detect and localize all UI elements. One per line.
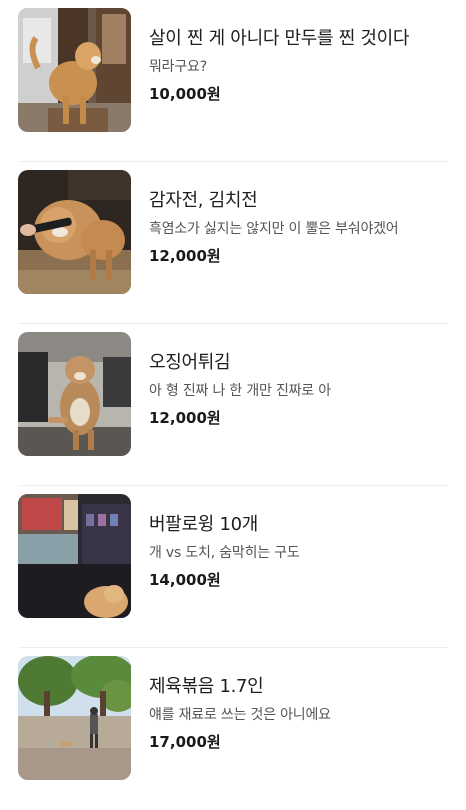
product-price: 12,000원	[149, 409, 221, 427]
list-item[interactable]: 오징어튀김 아 형 진짜 나 한 개만 진짜로 아 12,000원	[0, 324, 466, 486]
product-title: 감자전, 김치전	[149, 190, 258, 211]
list-item[interactable]: 감자전, 김치전 흑염소가 싫지는 않지만 이 뿔은 부숴야겠어 12,000원	[0, 162, 466, 324]
product-thumbnail[interactable]	[18, 8, 131, 132]
product-description: 흑염소가 싫지는 않지만 이 뿔은 부숴야겠어	[149, 221, 399, 237]
dog-photo-4	[18, 494, 131, 618]
dog-photo-3	[18, 332, 131, 456]
product-price: 12,000원	[149, 247, 221, 265]
product-thumbnail[interactable]	[18, 656, 131, 780]
product-description: 얘를 재료로 쓰는 것은 아니에요	[149, 707, 331, 723]
product-title: 버팔로윙 10개	[149, 514, 259, 535]
product-list: 살이 찐 게 아니다 만두를 찐 것이다 뭐라구요? 10,000원 감자전, …	[0, 0, 466, 796]
product-description: 개 vs 도치, 숨막히는 구도	[149, 545, 300, 561]
product-price: 14,000원	[149, 571, 221, 589]
product-thumbnail[interactable]	[18, 494, 131, 618]
dog-photo-1	[18, 8, 131, 132]
list-item[interactable]: 살이 찐 게 아니다 만두를 찐 것이다 뭐라구요? 10,000원	[0, 0, 466, 162]
product-title: 제육볶음 1.7인	[149, 676, 264, 697]
dog-photo-2	[18, 170, 131, 294]
park-photo-5	[18, 656, 131, 780]
product-title: 살이 찐 게 아니다 만두를 찐 것이다	[149, 28, 410, 49]
product-description: 아 형 진짜 나 한 개만 진짜로 아	[149, 383, 331, 399]
product-thumbnail[interactable]	[18, 170, 131, 294]
list-item[interactable]: 버팔로윙 10개 개 vs 도치, 숨막히는 구도 14,000원	[0, 486, 466, 648]
product-description: 뭐라구요?	[149, 59, 207, 75]
product-price: 10,000원	[149, 85, 221, 103]
product-thumbnail[interactable]	[18, 332, 131, 456]
list-item[interactable]: 제육볶음 1.7인 얘를 재료로 쓰는 것은 아니에요 17,000원	[0, 648, 466, 810]
product-title: 오징어튀김	[149, 352, 231, 373]
product-price: 17,000원	[149, 733, 221, 751]
